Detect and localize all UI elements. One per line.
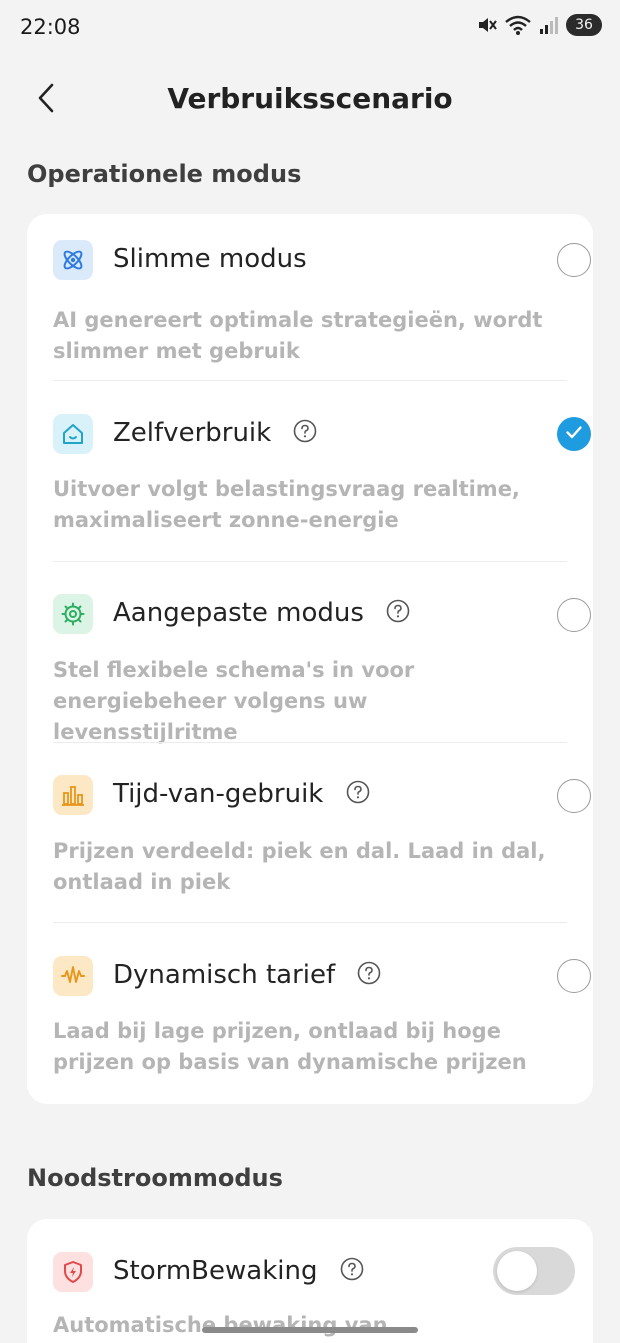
option-title: Tijd-van-gebruik [113,779,324,809]
status-time: 22:08 [20,15,81,39]
option-title: Slimme modus [113,244,307,274]
status-bar: 22:08 36 [0,0,620,58]
option-time-of-use[interactable]: Tijd-van-gebruik Prijzen verdeeld: piek … [53,775,591,915]
storm-watch-toggle[interactable] [493,1247,575,1295]
bar-chart-icon [53,775,93,815]
help-icon[interactable] [293,419,317,443]
radio-self-consumption[interactable] [557,417,591,451]
option-dynamic-tariff[interactable]: Dynamisch tarief Laad bij lage prijzen, … [53,956,591,1096]
help-icon[interactable] [346,780,370,804]
atom-icon [53,240,93,280]
option-title: Dynamisch tarief [113,960,336,990]
waveform-icon [53,956,93,996]
page-title: Verbruiksscenario [167,82,453,115]
option-title-wrap: Zelfverbruik [113,418,317,448]
wifi-icon [504,14,532,36]
operational-modes-card: Slimme modus AI genereert optimale strat… [27,214,593,1104]
option-self-consumption[interactable]: Zelfverbruik Uitvoer volgt belastingsvra… [53,414,591,554]
battery-indicator: 36 [566,14,602,36]
option-smart-mode[interactable]: Slimme modus AI genereert optimale strat… [53,240,591,380]
option-custom-mode[interactable]: Aangepaste modus Stel flexibele schema's… [53,594,591,744]
mute-icon [476,14,498,36]
option-description: Uitvoer volgt belastingsvraag realtime, … [53,477,520,532]
backup-mode-card: StormBewaking Automatische bewaking van [27,1219,593,1343]
option-title: StormBewaking [113,1256,318,1286]
radio-smart-mode[interactable] [557,243,591,277]
shield-bolt-icon [53,1252,93,1292]
option-title: Aangepaste modus [113,598,364,628]
status-icons: 36 [476,14,602,36]
option-description: Automatische bewaking van [53,1313,388,1337]
radio-dynamic-tariff[interactable] [557,959,591,993]
option-description: Stel flexibele schema's in voor energieb… [53,658,415,744]
section-title-operational: Operationele modus [27,160,302,188]
option-description: Laad bij lage prijzen, ontlaad bij hoge … [53,1019,527,1074]
home-indicator[interactable] [202,1327,418,1333]
divider [53,380,567,381]
option-title-wrap: Dynamisch tarief [113,960,381,990]
radio-time-of-use[interactable] [557,779,591,813]
help-icon[interactable] [386,599,410,623]
option-title: Zelfverbruik [113,418,272,448]
divider [53,742,567,743]
gear-icon [53,594,93,634]
signal-icon [538,14,560,36]
check-icon [564,422,584,446]
option-description: Prijzen verdeeld: piek en dal. Laad in d… [53,839,546,894]
divider [53,922,567,923]
toggle-knob [497,1251,537,1291]
option-description: AI genereert optimale strategieën, wordt… [53,308,543,363]
house-icon [53,414,93,454]
help-icon[interactable] [357,961,381,985]
radio-custom-mode[interactable] [557,598,591,632]
divider [53,561,567,562]
help-icon[interactable] [340,1257,364,1281]
option-title-wrap: StormBewaking [113,1256,364,1286]
option-title-wrap: Tijd-van-gebruik [113,779,370,809]
section-title-backup: Noodstroommodus [27,1164,283,1192]
option-title-wrap: Aangepaste modus [113,598,410,628]
header: Verbruiksscenario [0,70,620,130]
